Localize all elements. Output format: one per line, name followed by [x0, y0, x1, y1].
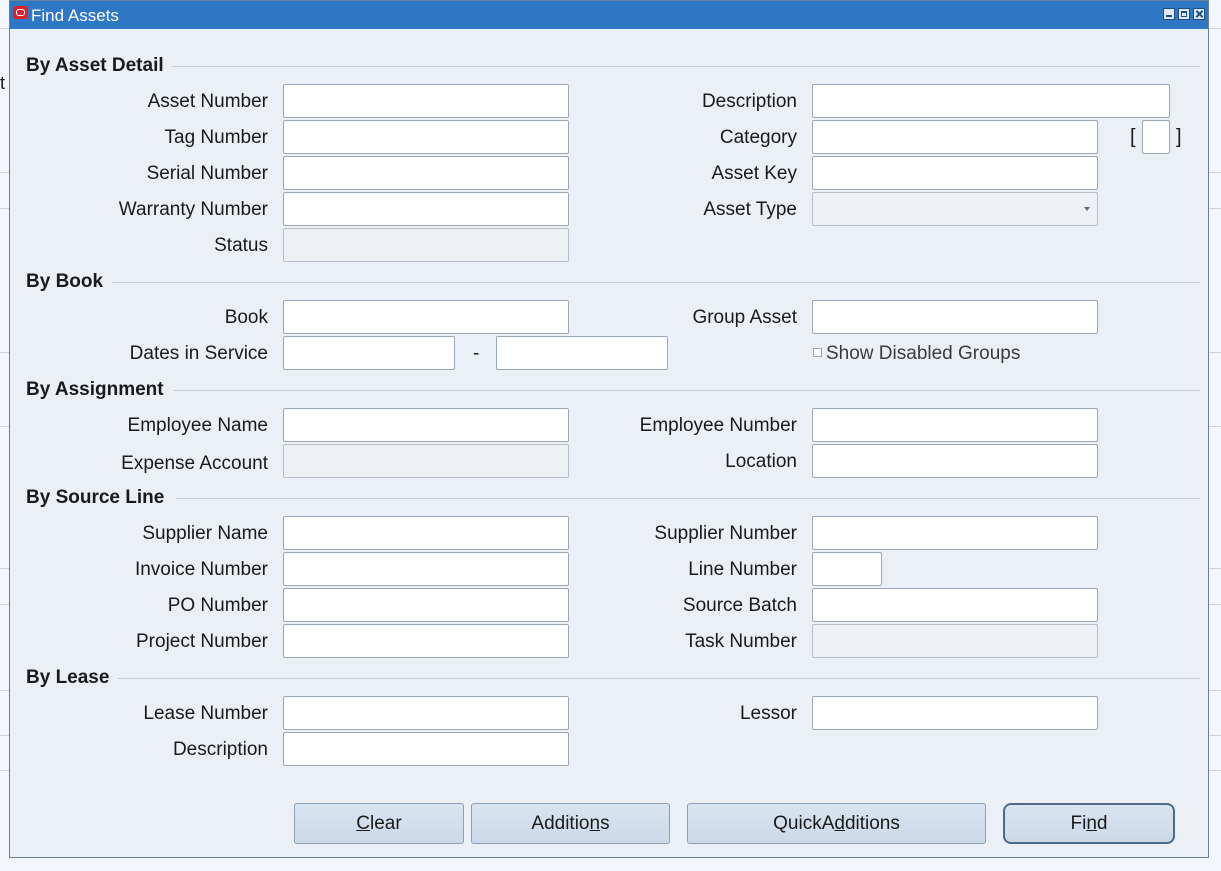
employee-number-label: Employee Number	[639, 415, 797, 436]
section-heading-source-line: By Source Line	[26, 487, 165, 508]
section-heading-lease: By Lease	[26, 667, 110, 688]
invoice-number-label: Invoice Number	[134, 559, 268, 580]
descriptive-flexfield[interactable]	[1142, 120, 1170, 154]
po-number-label: PO Number	[167, 595, 268, 616]
employee-number-field[interactable]	[812, 408, 1098, 442]
expense-account-label: Expense Account	[121, 453, 268, 474]
oracle-logo-icon	[13, 6, 28, 19]
lease-number-field[interactable]	[283, 696, 569, 730]
date-range-separator: -	[473, 343, 480, 364]
supplier-number-label: Supplier Number	[654, 523, 797, 544]
project-number-field[interactable]	[283, 624, 569, 658]
close-icon[interactable]	[1193, 8, 1205, 20]
warranty-number-label: Warranty Number	[118, 199, 268, 220]
quick-additions-button-mnemonic: d	[834, 813, 845, 834]
tag-number-field[interactable]	[283, 120, 569, 154]
asset-type-select[interactable]	[812, 192, 1098, 226]
warranty-number-field[interactable]	[283, 192, 569, 226]
dates-in-service-from-field[interactable]	[283, 336, 455, 370]
window-controls	[1163, 8, 1205, 20]
quick-additions-button-label-rest: ditions	[844, 813, 900, 834]
flexfield-open-bracket: [	[1130, 126, 1136, 148]
find-button-label: Fi	[1070, 813, 1087, 834]
additions-button-label-rest: s	[600, 813, 610, 834]
section-divider	[172, 66, 1200, 67]
section-heading-book: By Book	[26, 271, 104, 292]
asset-number-label: Asset Number	[147, 91, 268, 112]
category-field[interactable]	[812, 120, 1098, 154]
dates-in-service-to-field[interactable]	[496, 336, 668, 370]
task-number-field	[812, 624, 1098, 658]
book-label: Book	[224, 307, 268, 328]
clear-button-mnemonic: C	[356, 813, 371, 834]
lease-description-label: Description	[172, 739, 268, 760]
lessor-field[interactable]	[812, 696, 1098, 730]
group-asset-label: Group Asset	[692, 307, 797, 328]
employee-name-field[interactable]	[283, 408, 569, 442]
section-divider	[174, 390, 1200, 391]
maximize-icon[interactable]	[1178, 8, 1190, 20]
show-disabled-groups-checkbox[interactable]	[813, 348, 822, 357]
section-heading-asset-detail: By Asset Detail	[26, 55, 164, 76]
category-label: Category	[719, 127, 797, 148]
location-field[interactable]	[812, 444, 1098, 478]
employee-name-label: Employee Name	[127, 415, 268, 436]
lessor-label: Lessor	[739, 703, 797, 724]
line-number-field[interactable]	[812, 552, 882, 586]
po-number-field[interactable]	[283, 588, 569, 622]
line-number-label: Line Number	[688, 559, 797, 580]
source-batch-field[interactable]	[812, 588, 1098, 622]
serial-number-field[interactable]	[283, 156, 569, 190]
description-field[interactable]	[812, 84, 1170, 118]
dialog-title: Find Assets	[31, 6, 119, 25]
find-button[interactable]: Find	[1003, 803, 1175, 844]
asset-type-label: Asset Type	[703, 199, 797, 220]
project-number-label: Project Number	[136, 631, 268, 652]
asset-key-field[interactable]	[812, 156, 1098, 190]
location-label: Location	[725, 451, 797, 472]
expense-account-field	[283, 444, 569, 478]
description-label: Description	[701, 91, 797, 112]
flexfield-close-bracket: ]	[1176, 126, 1182, 148]
source-batch-label: Source Batch	[682, 595, 797, 616]
clear-button[interactable]: Clear	[294, 803, 464, 844]
supplier-number-field[interactable]	[812, 516, 1098, 550]
show-disabled-groups-label[interactable]: Show Disabled Groups	[826, 343, 1020, 365]
find-button-label-rest: d	[1096, 813, 1108, 834]
section-divider	[112, 282, 1200, 283]
invoice-number-field[interactable]	[283, 552, 569, 586]
additions-button-label: Additio	[531, 813, 590, 834]
supplier-name-label: Supplier Name	[142, 523, 268, 544]
section-divider	[176, 498, 1200, 499]
task-number-label: Task Number	[685, 631, 797, 652]
dialog-titlebar[interactable]: Find Assets	[10, 1, 1208, 29]
asset-key-label: Asset Key	[711, 163, 797, 184]
section-divider	[118, 678, 1200, 679]
lease-description-field[interactable]	[283, 732, 569, 766]
book-field[interactable]	[283, 300, 569, 334]
additions-button-mnemonic: n	[589, 813, 601, 834]
section-heading-assignment: By Assignment	[26, 379, 164, 400]
status-field	[283, 228, 569, 262]
clear-button-label-rest: lear	[370, 813, 402, 834]
tag-number-label: Tag Number	[164, 127, 269, 148]
chevron-down-icon	[1084, 207, 1090, 211]
dates-in-service-label: Dates in Service	[129, 343, 268, 364]
serial-number-label: Serial Number	[146, 163, 268, 184]
supplier-name-field[interactable]	[283, 516, 569, 550]
group-asset-field[interactable]	[812, 300, 1098, 334]
quick-additions-button-label: QuickA	[773, 813, 835, 834]
lease-number-label: Lease Number	[143, 703, 268, 724]
background-stub-text: t	[0, 73, 6, 93]
additions-button[interactable]: Additions	[471, 803, 670, 844]
status-label: Status	[214, 235, 268, 256]
asset-number-field[interactable]	[283, 84, 569, 118]
minimize-icon[interactable]	[1163, 8, 1175, 20]
find-button-mnemonic: n	[1086, 813, 1097, 834]
find-assets-dialog: Find Assets By Asset Detail Asset Number…	[9, 0, 1209, 858]
quick-additions-button[interactable]: QuickAdditions	[687, 803, 986, 844]
